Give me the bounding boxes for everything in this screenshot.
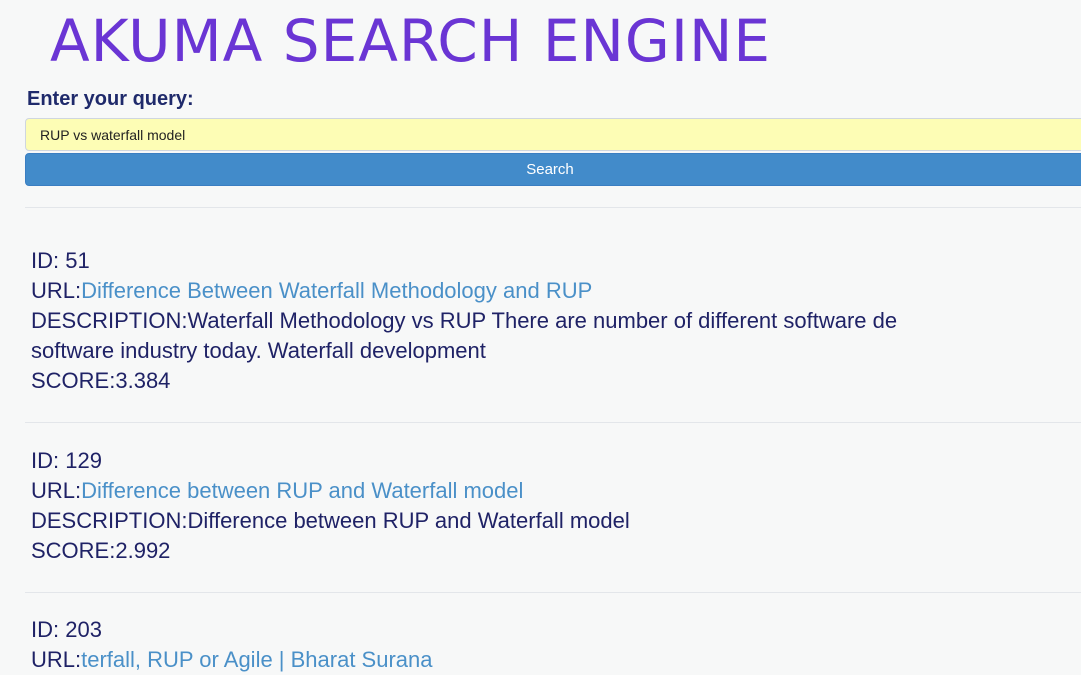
result-id: ID: 203 xyxy=(31,617,102,642)
result-item: ID: 51 URL:Difference Between Waterfall … xyxy=(31,246,1081,396)
result-description: DESCRIPTION:Difference between RUP and W… xyxy=(31,508,630,533)
divider xyxy=(25,207,1081,208)
result-item: ID: 203 URL:terfall, RUP or Agile | Bhar… xyxy=(31,615,1081,675)
result-link[interactable]: Difference between RUP and Waterfall mod… xyxy=(81,478,523,503)
query-label: Enter your query: xyxy=(27,88,194,110)
result-description-continued: software industry today. Waterfall devel… xyxy=(31,338,486,363)
divider xyxy=(25,422,1081,423)
search-button[interactable]: Search xyxy=(25,153,1081,186)
result-item: ID: 129 URL:Difference between RUP and W… xyxy=(31,446,1081,566)
search-input[interactable] xyxy=(25,118,1081,151)
divider xyxy=(25,592,1081,593)
page-title: AKUMA SEARCH ENGINE xyxy=(50,7,771,75)
result-id: ID: 51 xyxy=(31,248,90,273)
result-score: SCORE:2.992 xyxy=(31,538,171,563)
result-url: URL:Difference Between Waterfall Methodo… xyxy=(31,278,593,303)
result-link[interactable]: terfall, RUP or Agile | Bharat Surana xyxy=(81,647,432,672)
result-score: SCORE:3.384 xyxy=(31,368,171,393)
result-url: URL:Difference between RUP and Waterfall… xyxy=(31,478,524,503)
result-id: ID: 129 xyxy=(31,448,102,473)
result-url: URL:terfall, RUP or Agile | Bharat Suran… xyxy=(31,647,433,672)
result-link[interactable]: Difference Between Waterfall Methodology… xyxy=(81,278,592,303)
result-description: DESCRIPTION:Waterfall Methodology vs RUP… xyxy=(31,308,898,333)
